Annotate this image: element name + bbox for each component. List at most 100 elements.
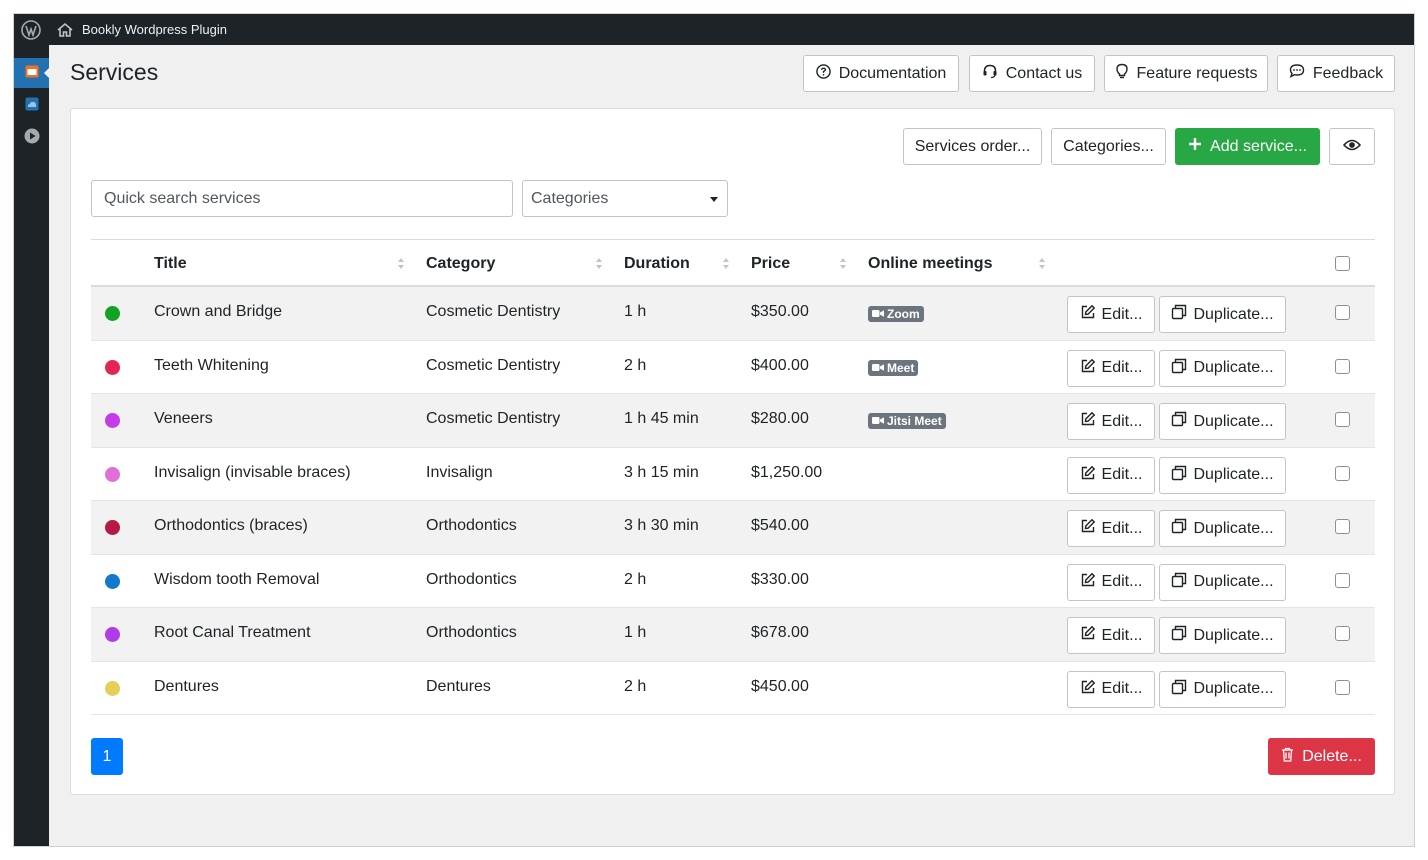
site-name-link[interactable]: Bookly Wordpress Plugin <box>82 22 227 37</box>
header-title[interactable]: Title <box>154 255 187 273</box>
add-service-label: Add service... <box>1210 137 1307 155</box>
duplicate-label: Duplicate... <box>1193 680 1274 697</box>
table-row: Invisalign (invisable braces) Invisalign 3… <box>91 448 1375 501</box>
pagination-page-1[interactable]: 1 <box>91 738 123 775</box>
online-meeting-label: Zoom <box>887 307 920 321</box>
categories-button[interactable]: Categories... <box>1051 128 1166 165</box>
duplicate-button[interactable]: Duplicate... <box>1159 456 1286 494</box>
sort-icon[interactable] <box>596 258 602 270</box>
feature-requests-button[interactable]: Feature requests <box>1104 55 1268 92</box>
column-visibility-button[interactable] <box>1329 128 1375 165</box>
duplicate-button[interactable]: Duplicate... <box>1159 403 1286 440</box>
feedback-button[interactable]: Feedback <box>1277 55 1395 92</box>
table-row: Crown and Bridge Cosmetic Dentistry 1 h $35… <box>91 287 1375 341</box>
service-price: $540.00 <box>751 517 809 534</box>
duplicate-button[interactable]: Duplicate... <box>1159 349 1286 387</box>
service-title: Invisalign (invisable braces) <box>154 463 351 481</box>
add-service-button[interactable]: Add service... <box>1175 128 1320 165</box>
online-meeting-badge: Jitsi Meet <box>868 413 946 429</box>
service-category: Orthodontics <box>426 624 517 641</box>
edit-button[interactable]: Edit... <box>1067 510 1155 547</box>
edit-button[interactable]: Edit... <box>1067 456 1155 494</box>
row-checkbox[interactable] <box>1335 572 1350 588</box>
feature-requests-label: Feature requests <box>1136 64 1258 82</box>
table-header: Title Category Duration Price Online mee… <box>91 239 1375 287</box>
caret-down-icon <box>710 197 718 202</box>
sort-icon[interactable] <box>723 258 729 270</box>
contact-us-button[interactable]: Contact us <box>969 55 1095 92</box>
sidebar-item-bookly[interactable] <box>14 58 50 88</box>
sort-icon[interactable] <box>840 258 846 270</box>
services-order-label: Services order... <box>914 137 1031 155</box>
service-title: Wisdom tooth Removal <box>154 570 320 588</box>
service-duration: 2 h <box>624 677 647 695</box>
duplicate-button[interactable]: Duplicate... <box>1159 510 1286 547</box>
eye-icon <box>1342 138 1362 156</box>
duplicate-button[interactable]: Duplicate... <box>1159 563 1286 601</box>
edit-button[interactable]: Edit... <box>1067 563 1155 601</box>
service-category: Orthodontics <box>426 517 517 534</box>
service-color-dot <box>105 413 120 428</box>
service-duration: 1 h 45 min <box>624 410 699 427</box>
service-title: Crown and Bridge <box>154 303 283 320</box>
sidebar-item-media[interactable] <box>14 123 49 153</box>
duplicate-icon <box>1171 518 1187 539</box>
duplicate-button[interactable]: Duplicate... <box>1159 617 1286 654</box>
header-duration[interactable]: Duration <box>624 255 690 273</box>
row-checkbox[interactable] <box>1335 412 1350 427</box>
documentation-button[interactable]: Documentation <box>803 55 959 92</box>
edit-button[interactable]: Edit... <box>1067 670 1155 708</box>
edit-button[interactable]: Edit... <box>1067 296 1155 333</box>
category-filter-select[interactable]: Categories <box>522 180 728 217</box>
row-checkbox[interactable] <box>1335 519 1350 534</box>
service-duration: 1 h <box>624 303 647 320</box>
search-input[interactable]: Quick search services <box>91 180 513 217</box>
edit-button[interactable]: Edit... <box>1067 349 1155 387</box>
header-online-meetings[interactable]: Online meetings <box>868 255 992 273</box>
service-color-dot <box>105 466 120 482</box>
service-title: Orthodontics (braces) <box>154 517 308 534</box>
edit-button[interactable]: Edit... <box>1067 403 1155 440</box>
service-price: $1,250.00 <box>751 463 823 481</box>
page-title: Services <box>70 59 159 85</box>
service-color-dot <box>105 680 120 696</box>
online-meeting-label: Meet <box>887 360 915 375</box>
table-body: Crown and Bridge Cosmetic Dentistry 1 h $35… <box>91 287 1375 715</box>
online-meeting-badge: Zoom <box>868 306 924 322</box>
service-price: $400.00 <box>751 356 809 374</box>
wordpress-logo-icon[interactable] <box>14 14 48 45</box>
sidebar-item-cloud[interactable] <box>14 91 49 121</box>
header-price[interactable]: Price <box>751 255 790 273</box>
row-checkbox[interactable] <box>1335 305 1350 320</box>
edit-icon <box>1080 411 1096 432</box>
services-order-button[interactable]: Services order... <box>903 128 1042 165</box>
service-color-dot <box>105 573 120 589</box>
delete-button[interactable]: Delete... <box>1268 738 1375 775</box>
duplicate-button[interactable]: Duplicate... <box>1159 296 1286 333</box>
row-checkbox[interactable] <box>1335 626 1350 641</box>
service-category: Invisalign <box>426 463 493 481</box>
service-duration: 3 h 15 min <box>624 463 699 481</box>
services-table: Title Category Duration Price Online mee… <box>91 239 1375 715</box>
duplicate-icon <box>1171 411 1187 432</box>
select-all-checkbox[interactable] <box>1335 256 1350 271</box>
row-checkbox[interactable] <box>1335 465 1350 481</box>
sort-icon[interactable] <box>398 258 404 270</box>
home-icon[interactable] <box>54 14 76 45</box>
service-duration: 2 h <box>624 570 647 588</box>
header-category[interactable]: Category <box>426 255 495 273</box>
edit-label: Edit... <box>1101 626 1143 644</box>
admin-sidebar <box>14 45 50 846</box>
row-checkbox[interactable] <box>1335 679 1350 695</box>
duplicate-button[interactable]: Duplicate... <box>1159 670 1286 708</box>
trash-icon <box>1281 747 1294 767</box>
service-title: Teeth Whitening <box>154 356 269 374</box>
service-title: Veneers <box>154 410 213 427</box>
edit-icon <box>1080 465 1096 486</box>
sort-icon[interactable] <box>1039 258 1045 270</box>
row-checkbox[interactable] <box>1335 358 1350 374</box>
service-category: Orthodontics <box>426 570 517 588</box>
edit-button[interactable]: Edit... <box>1067 617 1155 654</box>
duplicate-label: Duplicate... <box>1193 573 1274 590</box>
service-color-dot <box>105 359 120 375</box>
